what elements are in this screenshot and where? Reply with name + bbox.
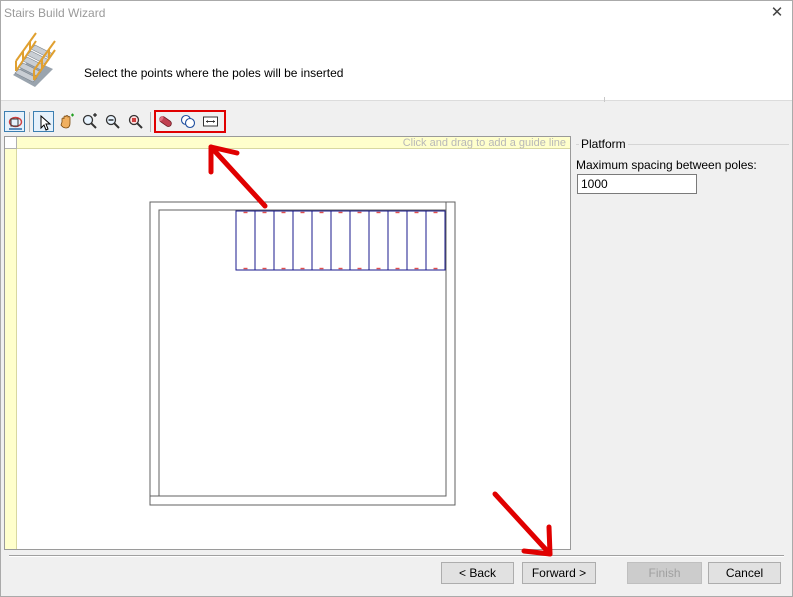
back-button[interactable]: < Back: [441, 562, 514, 584]
select-region-icon: [8, 116, 23, 130]
window-title: Stairs Build Wizard: [4, 6, 106, 20]
spacing-label: Maximum spacing between poles:: [576, 158, 757, 172]
forward-button[interactable]: Forward >: [522, 562, 596, 584]
zoom-out-button[interactable]: [102, 111, 123, 132]
platform-outer-outline: [149, 201, 456, 506]
platform-drawing[interactable]: [5, 137, 570, 549]
platform-inner-outline: [158, 209, 447, 497]
zoom-extents-button[interactable]: [125, 111, 146, 132]
finish-button: Finish: [627, 562, 702, 584]
pointer-button[interactable]: [33, 111, 54, 132]
header-divider: [1, 100, 792, 101]
zoom-in-icon: [82, 113, 97, 129]
pan-hand-icon: [60, 113, 74, 129]
stair-outline: [235, 210, 446, 271]
title-bar: Stairs Build Wizard ✕: [1, 1, 792, 25]
wizard-header: Select the points where the poles will b…: [1, 25, 792, 101]
stair-steps: [235, 210, 446, 271]
stairs-icon: [13, 32, 56, 87]
zoom-in-button[interactable]: [79, 111, 100, 132]
tool-group-highlight: [154, 110, 226, 133]
zoom-extents-icon: [128, 114, 143, 129]
toolbar-separator: [150, 112, 151, 132]
drawing-toolbar: [3, 109, 571, 135]
zoom-out-icon: [105, 114, 120, 129]
toolbar-separator: [29, 112, 30, 132]
close-button[interactable]: ✕: [768, 4, 786, 22]
wizard-window: Stairs Build Wizard ✕ Select the points …: [0, 0, 793, 597]
pan-button[interactable]: [56, 111, 77, 132]
pointer-icon: [40, 114, 52, 131]
spacing-input[interactable]: [577, 174, 697, 194]
group-title-platform: Platform: [579, 137, 628, 151]
properties-panel: Platform Maximum spacing between poles:: [572, 136, 792, 550]
step-instruction: Select the points where the poles will b…: [84, 66, 344, 80]
footer-divider-highlight: [9, 556, 784, 557]
header-divider-tick: [604, 97, 605, 102]
cancel-button[interactable]: Cancel: [708, 562, 781, 584]
select-region-button[interactable]: [4, 111, 25, 132]
drawing-canvas[interactable]: Click and drag to add a guide line: [4, 136, 571, 550]
